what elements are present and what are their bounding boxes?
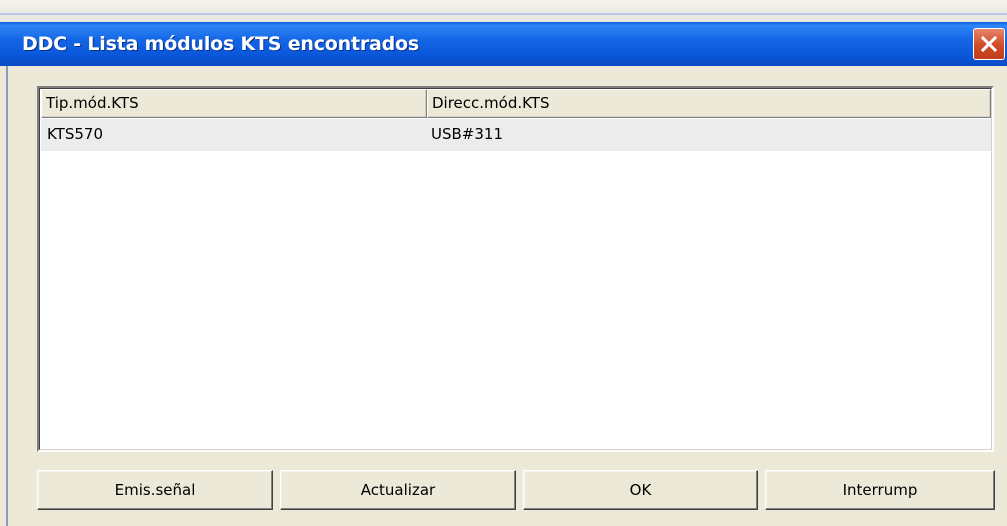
title-bar[interactable]: DDC - Lista módulos KTS encontrados bbox=[0, 22, 1007, 66]
kts-modules-list[interactable]: Tip.mód.KTS Direcc.mód.KTS KTS570 USB#31… bbox=[37, 86, 994, 452]
window-left-border bbox=[0, 66, 10, 526]
emit-signal-button[interactable]: Emis.señal bbox=[37, 470, 273, 510]
interrupt-button[interactable]: Interrump bbox=[765, 470, 995, 510]
column-header-address[interactable]: Direcc.mód.KTS bbox=[427, 89, 991, 118]
refresh-button[interactable]: Actualizar bbox=[280, 470, 516, 510]
close-button[interactable] bbox=[973, 28, 1005, 60]
close-icon bbox=[979, 34, 999, 54]
window-title: DDC - Lista módulos KTS encontrados bbox=[22, 33, 419, 55]
column-header-type[interactable]: Tip.mód.KTS bbox=[41, 89, 427, 118]
background-window-strip bbox=[0, 0, 1007, 22]
cell-module-address: USB#311 bbox=[431, 125, 503, 143]
list-header: Tip.mód.KTS Direcc.mód.KTS bbox=[41, 89, 991, 118]
dialog-window: DDC - Lista módulos KTS encontrados Tip.… bbox=[0, 0, 1007, 526]
ok-button[interactable]: OK bbox=[523, 470, 758, 510]
list-item[interactable]: KTS570 USB#311 bbox=[41, 119, 991, 151]
background-window-line bbox=[0, 13, 1007, 15]
window-left-border-line bbox=[6, 66, 8, 526]
cell-module-type: KTS570 bbox=[47, 125, 103, 143]
